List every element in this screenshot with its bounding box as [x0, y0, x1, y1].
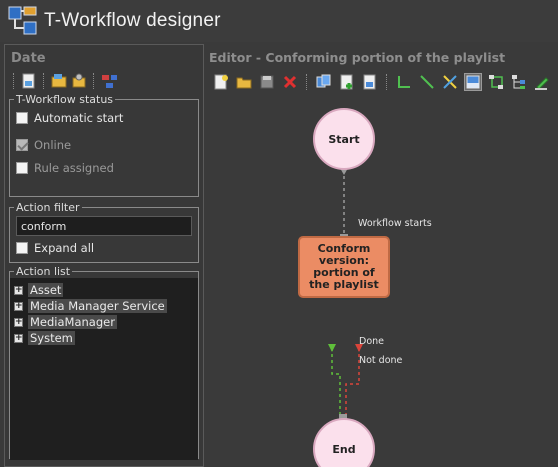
connector-elbow-icon[interactable]	[395, 73, 413, 91]
online-checkbox: Online	[16, 133, 192, 156]
copy-icon[interactable]	[315, 73, 333, 91]
tree-item-label[interactable]: MediaManager	[28, 315, 117, 329]
editor-panel: Editor - Conforming portion of the playl…	[206, 44, 558, 467]
workflow-starts-label: Workflow starts	[358, 218, 432, 229]
settings-stack-icon[interactable]	[71, 73, 87, 89]
end-node-label: End	[332, 442, 356, 456]
left-panel: Date T-Workflow status Automatic start O…	[4, 44, 204, 467]
toolbar-separator	[386, 74, 388, 90]
workflow-canvas[interactable]: Start Workflow starts Conform version: p…	[206, 96, 558, 467]
workflow-status-group: T-Workflow status Automatic start Online…	[9, 93, 199, 197]
online-label: Online	[34, 137, 72, 152]
tree-item-label[interactable]: Asset	[28, 283, 64, 297]
editor-title: Editor - Conforming portion of the playl…	[209, 50, 506, 65]
conform-action-node[interactable]: Conform version: portion of the playlist	[298, 236, 390, 298]
hierarchy-icon[interactable]	[101, 73, 117, 89]
action-filter-group: Action filter Expand all	[9, 201, 199, 263]
action-filter-legend: Action filter	[16, 201, 80, 214]
expand-icon[interactable]: +	[14, 285, 23, 295]
expand-icon[interactable]: +	[14, 301, 23, 311]
save-icon[interactable]	[258, 73, 276, 91]
app-title: T-Workflow designer	[44, 10, 221, 31]
new-doc-icon[interactable]	[21, 73, 37, 89]
tree-item-asset[interactable]: + Asset	[14, 282, 198, 298]
automatic-start-label: Automatic start	[34, 110, 124, 125]
editor-toolbar	[206, 68, 558, 96]
tree-item-label[interactable]: System	[28, 331, 75, 345]
toolbar-grip	[13, 73, 15, 89]
automatic-start-checkbox[interactable]: Automatic start	[16, 106, 192, 129]
tree-item-label[interactable]: Media Manager Service	[28, 299, 167, 313]
toolbar-separator	[43, 73, 45, 89]
workflow-status-legend: T-Workflow status	[16, 93, 114, 106]
checkbox-box[interactable]	[16, 111, 28, 124]
start-node[interactable]: Start	[313, 108, 375, 170]
cross-icon[interactable]	[441, 73, 459, 91]
title-bar: T-Workflow designer	[0, 0, 558, 42]
expand-icon[interactable]: +	[14, 333, 23, 343]
expand-all-label: Expand all	[34, 240, 95, 255]
checkbox-box	[16, 138, 28, 151]
export-icon[interactable]	[361, 73, 379, 91]
action-list-legend: Action list	[16, 265, 71, 278]
tree-item-media-manager-service[interactable]: + Media Manager Service	[14, 298, 198, 314]
route-icon[interactable]	[487, 73, 505, 91]
done-edge	[331, 348, 341, 416]
tree-item-mediamanager[interactable]: + MediaManager	[14, 314, 198, 330]
rule-assigned-checkbox: Rule assigned	[16, 156, 192, 179]
toolbar-separator	[93, 73, 95, 89]
action-tree: + Asset + Media Manager Service + MediaM…	[10, 278, 198, 460]
connector-line-icon[interactable]	[418, 73, 436, 91]
new-icon[interactable]	[212, 73, 230, 91]
checkbox-box[interactable]	[16, 241, 28, 254]
tree-icon[interactable]	[510, 73, 528, 91]
open-icon[interactable]	[235, 73, 253, 91]
add-node-icon[interactable]	[338, 73, 356, 91]
panel-header: Date	[11, 51, 46, 66]
toolbar-separator	[306, 74, 308, 90]
action-list-group: Action list + Asset + Media Manager Serv…	[9, 265, 199, 460]
not-done-edge	[345, 348, 360, 416]
conform-action-label: Conform version: portion of the playlist	[309, 242, 379, 291]
tree-item-system[interactable]: + System	[14, 330, 198, 346]
layout-icon[interactable]	[464, 73, 482, 91]
rule-assigned-label: Rule assigned	[34, 160, 114, 175]
delete-icon[interactable]	[281, 73, 299, 91]
action-filter-input[interactable]	[16, 216, 192, 236]
start-node-label: Start	[328, 132, 360, 146]
open-folder-icon[interactable]	[51, 73, 67, 89]
not-done-label: Not done	[359, 355, 403, 366]
workflow-logo-icon	[8, 6, 38, 36]
expand-icon[interactable]: +	[14, 317, 23, 327]
checkbox-box	[16, 161, 28, 174]
left-toolbar	[5, 69, 203, 93]
pen-icon[interactable]	[533, 73, 551, 91]
done-arrow	[328, 344, 336, 352]
expand-all-checkbox[interactable]: Expand all	[16, 236, 192, 259]
done-label: Done	[359, 336, 384, 347]
